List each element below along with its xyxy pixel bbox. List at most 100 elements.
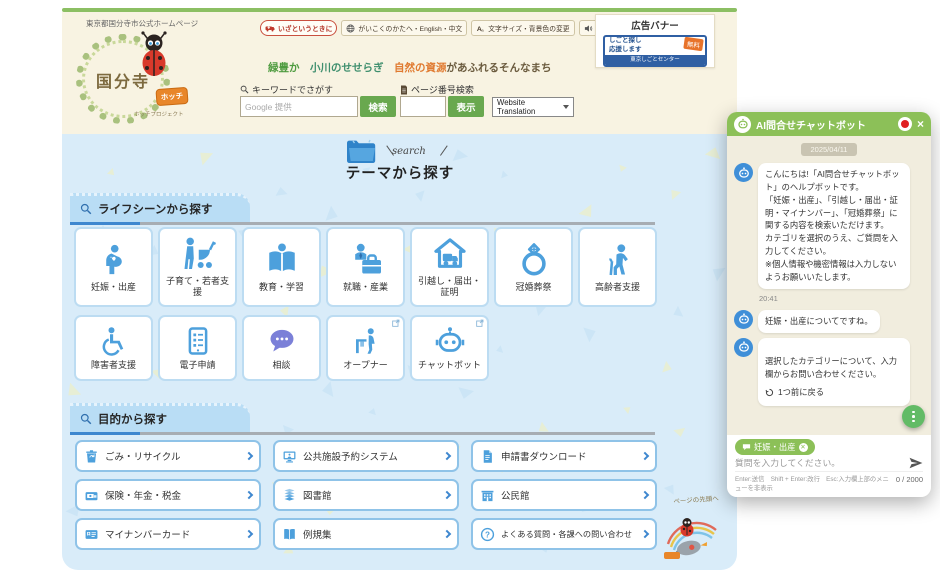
button-community-center[interactable]: 公民館: [471, 479, 657, 511]
city-tagline: 緑豊か 小川のせせらぎ 自然の資源があふれるそんなまち: [268, 60, 552, 75]
bot-message-bubble: こんにちは!「AI問合せチャットボット」のヘルプボットです。 「妊娠・出産」、「…: [758, 163, 910, 289]
e-application-tablet-icon: [183, 326, 213, 356]
bot-message: 妊娠・出産についてですね。: [734, 310, 924, 333]
chevron-right-icon: [641, 491, 649, 499]
moving-house-icon: [432, 236, 468, 272]
speaker-icon: [584, 24, 593, 33]
button-faq-contact[interactable]: ? よくある質問・各課への問い合わせ: [471, 518, 657, 550]
category-chip-icon: [742, 443, 751, 451]
chatbot-title: AI問合せチャットボット: [756, 117, 893, 132]
search-icon: [240, 85, 249, 94]
id-card-icon: [84, 527, 99, 542]
chevron-down-icon: [563, 105, 569, 109]
emergency-icon: [265, 24, 275, 32]
card-education[interactable]: 教育・学習: [242, 227, 321, 307]
hocchi-badge: ホッチ: [155, 87, 188, 106]
emergency-link[interactable]: いざというときに: [260, 20, 337, 36]
card-consultation[interactable]: 相談: [242, 315, 321, 381]
chat-input-row: [735, 455, 923, 471]
search-icon: [80, 413, 92, 425]
card-employment[interactable]: 就職・産業: [326, 227, 405, 307]
chatbot-panel: AI問合せチャットボット × 2025/04/11 こんにちは!「AI問合せチャ…: [727, 112, 931, 497]
card-elderly[interactable]: 高齢者支援: [578, 227, 657, 307]
bot-avatar-icon: [734, 338, 753, 357]
record-icon[interactable]: [898, 117, 912, 131]
ad-banner-title: 広告バナー: [596, 18, 714, 32]
remove-chip-icon[interactable]: ✕: [799, 443, 808, 452]
chat-question-input[interactable]: [735, 458, 903, 468]
book-icon: [282, 527, 297, 542]
free-badge: 無料: [683, 37, 703, 52]
card-childcare[interactable]: 子育て・若者支援: [158, 227, 237, 307]
chevron-right-icon: [245, 530, 253, 538]
lifescene-cards-row2: 障害者支援 電子申請 相談 オープナー チャットボット: [74, 315, 489, 381]
button-facility-reservation[interactable]: 公共施設予約システム: [273, 440, 459, 472]
purpose-tab: 目的から探す: [70, 403, 250, 432]
books-icon: [282, 488, 297, 503]
button-mynumber-card[interactable]: マイナンバーカード: [75, 518, 261, 550]
main-column: 東京都国分寺市公式ホームページ 国分寺 ホッチ ホッチプロジェ: [62, 8, 737, 570]
keyword-search-label: キーワードでさがす: [240, 83, 333, 96]
button-library[interactable]: 図書館: [273, 479, 459, 511]
search-button[interactable]: 検索: [360, 96, 396, 117]
pregnancy-icon: [97, 242, 131, 278]
document-icon: [480, 449, 495, 464]
elderly-support-icon: [600, 242, 636, 278]
svg-text:a: a: [482, 27, 485, 32]
search-decoration-text: search: [392, 146, 426, 157]
job-search-ad[interactable]: しごと探し 応援します 無料 東京しごとセンター: [603, 35, 707, 67]
card-moving[interactable]: 引越し・届出・証明: [410, 227, 489, 307]
lifescene-cards-row1: 妊娠・出産 子育て・若者支援 教育・学習 就職・産業 引越し・届出・証明 冠婚葬…: [74, 227, 657, 307]
button-garbage-recycle[interactable]: ごみ・リサイクル: [75, 440, 261, 472]
chevron-right-icon: [443, 491, 451, 499]
external-link-icon: [476, 319, 484, 327]
button-regulations[interactable]: 例規集: [273, 518, 459, 550]
back-to-top[interactable]: ページの先頭へ: [654, 494, 737, 568]
website-translation-select[interactable]: Website Translation: [492, 97, 574, 117]
theme-content-area: search テーマから探す ライフシーンから探す 妊娠・出産 子育て・若者支援…: [62, 134, 737, 570]
svg-text:?: ?: [485, 530, 490, 539]
foreign-language-link[interactable]: がいこくのかたへ・English・中文: [341, 20, 467, 36]
category-chip[interactable]: 妊娠・出産 ✕: [735, 439, 815, 455]
page-number-input[interactable]: [400, 96, 446, 117]
bot-avatar-icon: [734, 163, 753, 182]
header-links: いざというときに がいこくのかたへ・English・中文 Aa 文字サイズ・背景…: [260, 20, 628, 36]
wheelchair-icon: [99, 326, 129, 356]
chat-shortcut-hint: Enter:送信 Shift + Enter:改行 Esc:入力欄上部のメニュー…: [735, 475, 890, 493]
message-timestamp: 20:41: [759, 294, 924, 303]
button-insurance-pension-tax[interactable]: 保険・年金・税金: [75, 479, 261, 511]
send-icon[interactable]: [909, 457, 923, 469]
opener-desk-icon: [351, 326, 381, 356]
chevron-right-icon: [443, 452, 451, 460]
go-back-button[interactable]: 1つ前に戻る: [765, 386, 824, 399]
chatbot-header-robot-icon: [734, 116, 751, 133]
show-button[interactable]: 表示: [448, 96, 484, 117]
card-opener[interactable]: オープナー: [326, 315, 405, 381]
site-header: 東京都国分寺市公式ホームページ 国分寺 ホッチ ホッチプロジェ: [62, 12, 737, 134]
card-disability[interactable]: 障害者支援: [74, 315, 153, 381]
card-chatbot[interactable]: チャットボット: [410, 315, 489, 381]
chevron-right-icon: [443, 530, 451, 538]
card-pregnancy[interactable]: 妊娠・出産: [74, 227, 153, 307]
card-ceremonies[interactable]: 冠婚葬祭: [494, 227, 573, 307]
city-logo[interactable]: 国分寺 ホッチ ホッチプロジェクト: [70, 28, 200, 132]
section-divider: [70, 432, 655, 435]
keyword-search-input[interactable]: [240, 96, 358, 117]
chevron-right-icon: [245, 452, 253, 460]
card-e-application[interactable]: 電子申請: [158, 315, 237, 381]
close-icon[interactable]: ×: [917, 118, 924, 130]
question-icon: ?: [480, 527, 495, 542]
undo-icon: [765, 388, 774, 397]
childcare-stroller-icon: [180, 236, 216, 272]
trash-icon: [84, 449, 99, 464]
bot-avatar-icon: [734, 310, 753, 329]
button-form-download[interactable]: 申請書ダウンロード: [471, 440, 657, 472]
text-size-link[interactable]: Aa 文字サイズ・背景色の変更: [471, 20, 574, 36]
decoration-slash: [440, 145, 448, 156]
chevron-right-icon: [641, 530, 649, 538]
chat-date-badge: 2025/04/11: [801, 143, 858, 156]
char-counter: 0 / 2000: [896, 475, 923, 484]
ad-banner-box: 広告バナー しごと探し 応援します 無料 東京しごとセンター: [595, 14, 715, 68]
chat-menu-button[interactable]: [902, 405, 925, 428]
theme-section-title: テーマから探す: [300, 162, 500, 183]
